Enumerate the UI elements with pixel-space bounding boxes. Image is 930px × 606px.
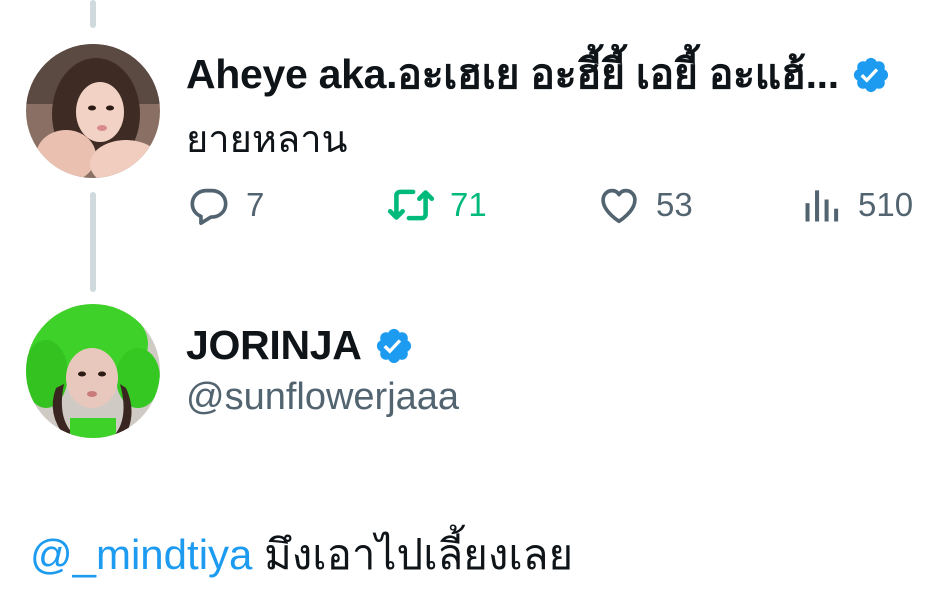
parent-author-name[interactable]: Aheye aka.อะเฮเย อะฮี้ยี้ เอยี้ อะแฮ้... [186, 42, 839, 107]
reply-icon [186, 182, 232, 228]
views-count: 510 [858, 186, 914, 223]
retweet-icon [386, 182, 436, 228]
thread-line-bottom [90, 192, 96, 292]
parent-author-row: Aheye aka.อะเฮเย อะฮี้ยี้ เอยี้ อะแฮ้... [186, 42, 891, 107]
views-icon [800, 183, 844, 227]
heart-icon [596, 182, 642, 228]
reply-author-avatar[interactable] [26, 304, 160, 438]
verified-badge-icon [374, 326, 414, 366]
reply-tweet-text: มึงเอาไปเลี้ยงเลย [264, 531, 574, 578]
reply-author-name[interactable]: JORINJA [186, 322, 362, 369]
retweet-count: 71 [450, 186, 487, 223]
reply-author-row: JORINJA [186, 322, 414, 369]
verified-badge-icon [851, 55, 891, 95]
reply-author-handle[interactable]: @sunflowerjaaa [186, 376, 459, 419]
reply-button[interactable]: 7 [186, 178, 264, 232]
tweet-action-bar: 7 71 53 510 [186, 178, 926, 232]
like-button[interactable]: 53 [596, 178, 693, 232]
thread-line-top [90, 0, 96, 28]
mention-link[interactable]: @_mindtiya [30, 531, 252, 578]
views-button[interactable]: 510 [800, 178, 913, 232]
like-count: 53 [656, 186, 693, 223]
reply-count: 7 [246, 186, 265, 223]
parent-tweet-text: ยายหลาน [186, 119, 348, 161]
parent-author-avatar[interactable] [26, 44, 160, 178]
retweet-button[interactable]: 71 [386, 178, 487, 232]
reply-tweet-body: @_mindtiya มึงเอาไปเลี้ยงเลย [30, 522, 573, 588]
